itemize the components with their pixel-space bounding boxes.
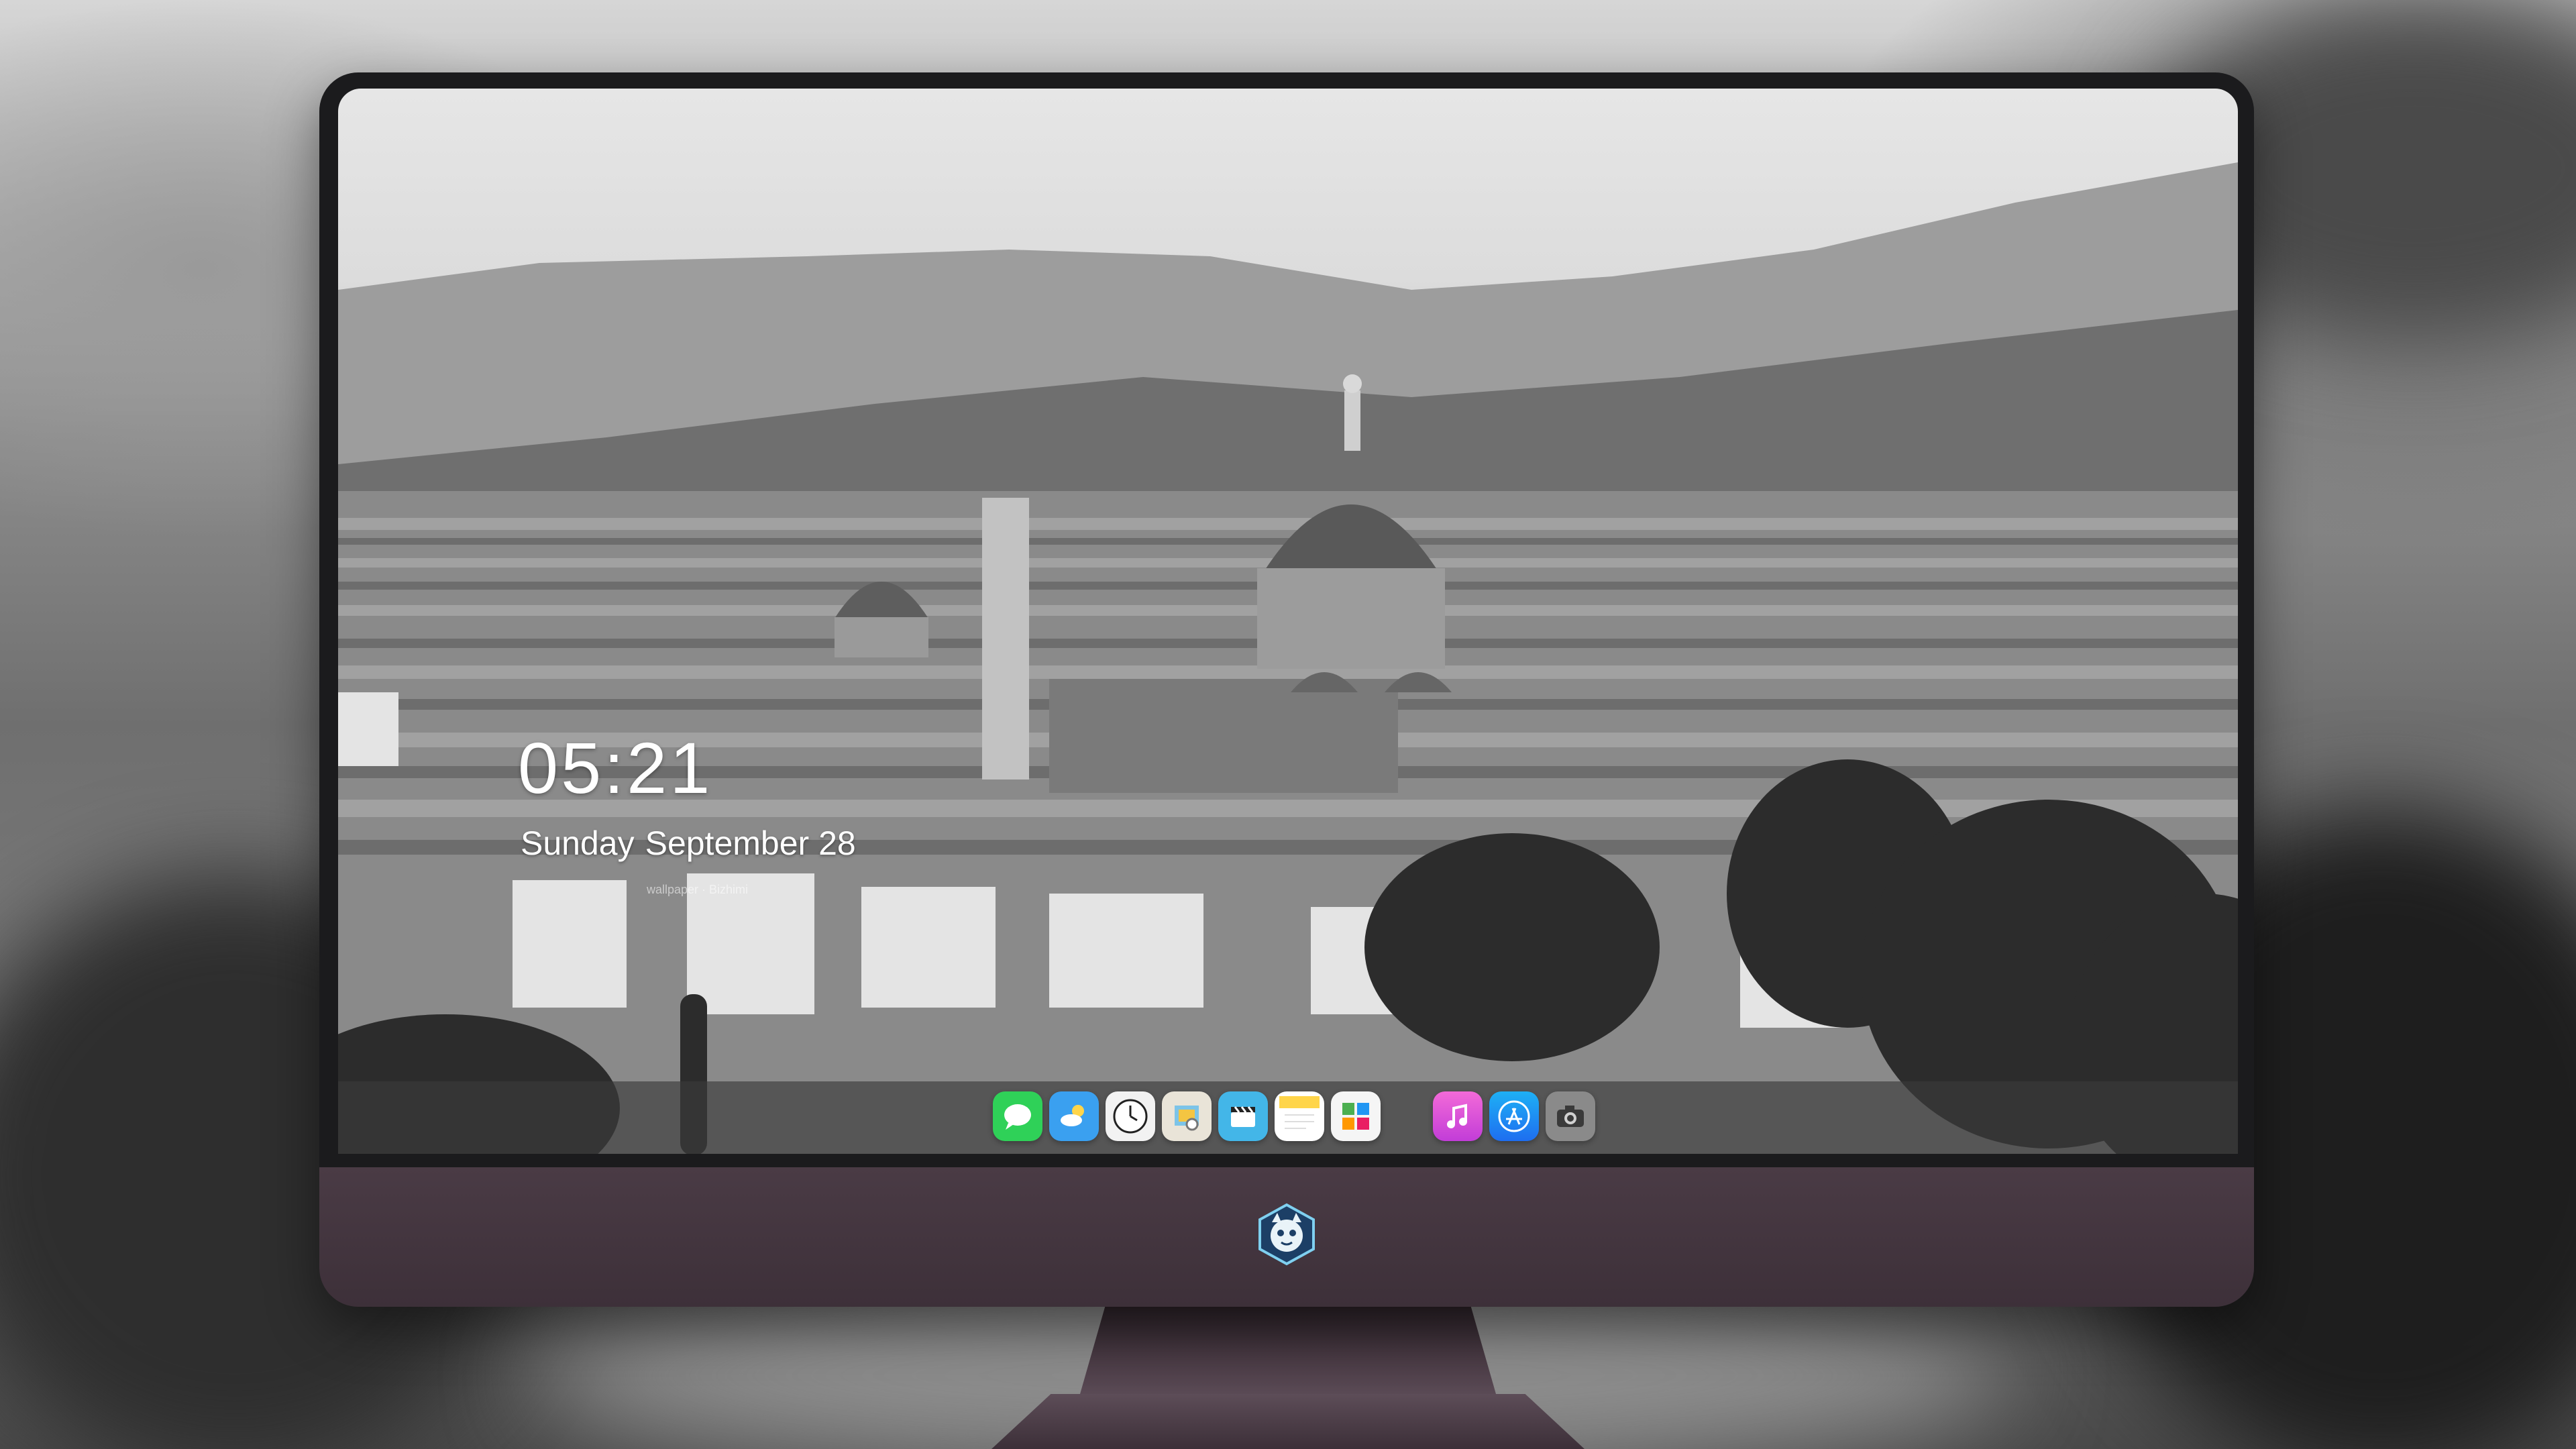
dock-separator bbox=[1387, 1091, 1426, 1141]
desktop-screen: 05:21 Sunday September 28 wallpaper · Biz… bbox=[338, 89, 2238, 1154]
lock-weekday: Sunday bbox=[521, 824, 635, 862]
gallery-icon bbox=[1342, 1103, 1369, 1130]
dock-app-weather[interactable] bbox=[1049, 1091, 1099, 1141]
weather-icon bbox=[1061, 1105, 1084, 1126]
dock-app-messages[interactable] bbox=[993, 1091, 1042, 1141]
clock-icon bbox=[1113, 1099, 1148, 1134]
messages-icon bbox=[1004, 1104, 1031, 1130]
lock-clock: 05:21 bbox=[518, 727, 713, 808]
dock-app-music[interactable] bbox=[1433, 1091, 1483, 1141]
camera-icon bbox=[1557, 1106, 1584, 1127]
dock-app-clock[interactable] bbox=[1106, 1091, 1155, 1141]
dock-app-camera[interactable] bbox=[1546, 1091, 1595, 1141]
lock-day: September 28 bbox=[645, 824, 856, 862]
dock-app-clips[interactable] bbox=[1218, 1091, 1268, 1141]
bell-tower bbox=[982, 498, 1029, 780]
lock-date: Sunday September 28 bbox=[521, 824, 856, 863]
dock-app-notes[interactable] bbox=[1275, 1091, 1324, 1141]
dock bbox=[982, 1083, 1606, 1150]
florence-wallpaper bbox=[338, 162, 2238, 1154]
mascot-logo-icon bbox=[1254, 1202, 1319, 1267]
monitor-stand-base bbox=[991, 1394, 1585, 1449]
preview-icon bbox=[1175, 1106, 1199, 1131]
dock-app-gallery[interactable] bbox=[1331, 1091, 1381, 1141]
clips-icon bbox=[1231, 1106, 1255, 1127]
monitor-stand-neck bbox=[1080, 1307, 1496, 1394]
wallpaper-credit: wallpaper · Bizhimi bbox=[647, 883, 749, 896]
dock-app-app-store[interactable] bbox=[1489, 1091, 1539, 1141]
dock-app-preview[interactable] bbox=[1162, 1091, 1212, 1141]
app-store-icon bbox=[1498, 1100, 1530, 1132]
notes-icon bbox=[1279, 1096, 1320, 1129]
music-icon bbox=[1447, 1104, 1467, 1128]
